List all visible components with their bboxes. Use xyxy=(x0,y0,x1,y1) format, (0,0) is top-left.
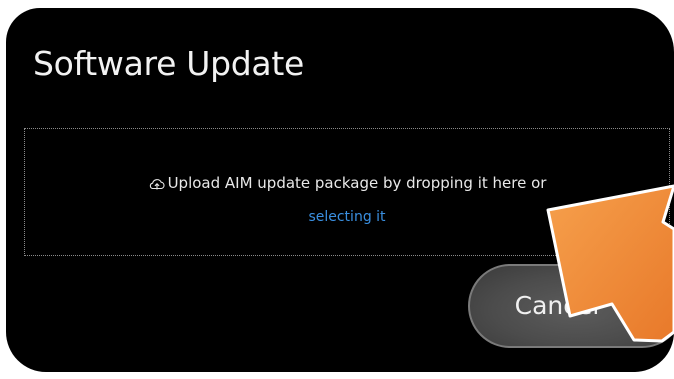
select-file-link[interactable]: selecting it xyxy=(308,209,385,225)
screenshot-frame: Software Update Upload AIM update packag… xyxy=(0,0,674,379)
dropzone-prompt: Upload AIM update package by dropping it… xyxy=(25,174,669,192)
software-update-dialog: Software Update Upload AIM update packag… xyxy=(6,8,674,372)
dropzone-prompt-text: Upload AIM update package by dropping it… xyxy=(167,174,547,192)
upload-dropzone[interactable]: Upload AIM update package by dropping it… xyxy=(24,128,670,256)
dialog-title: Software Update xyxy=(33,44,304,83)
cancel-button[interactable]: Cancel xyxy=(468,264,674,348)
cloud-upload-icon xyxy=(148,177,166,191)
dropzone-select-line: selecting it xyxy=(25,209,669,225)
